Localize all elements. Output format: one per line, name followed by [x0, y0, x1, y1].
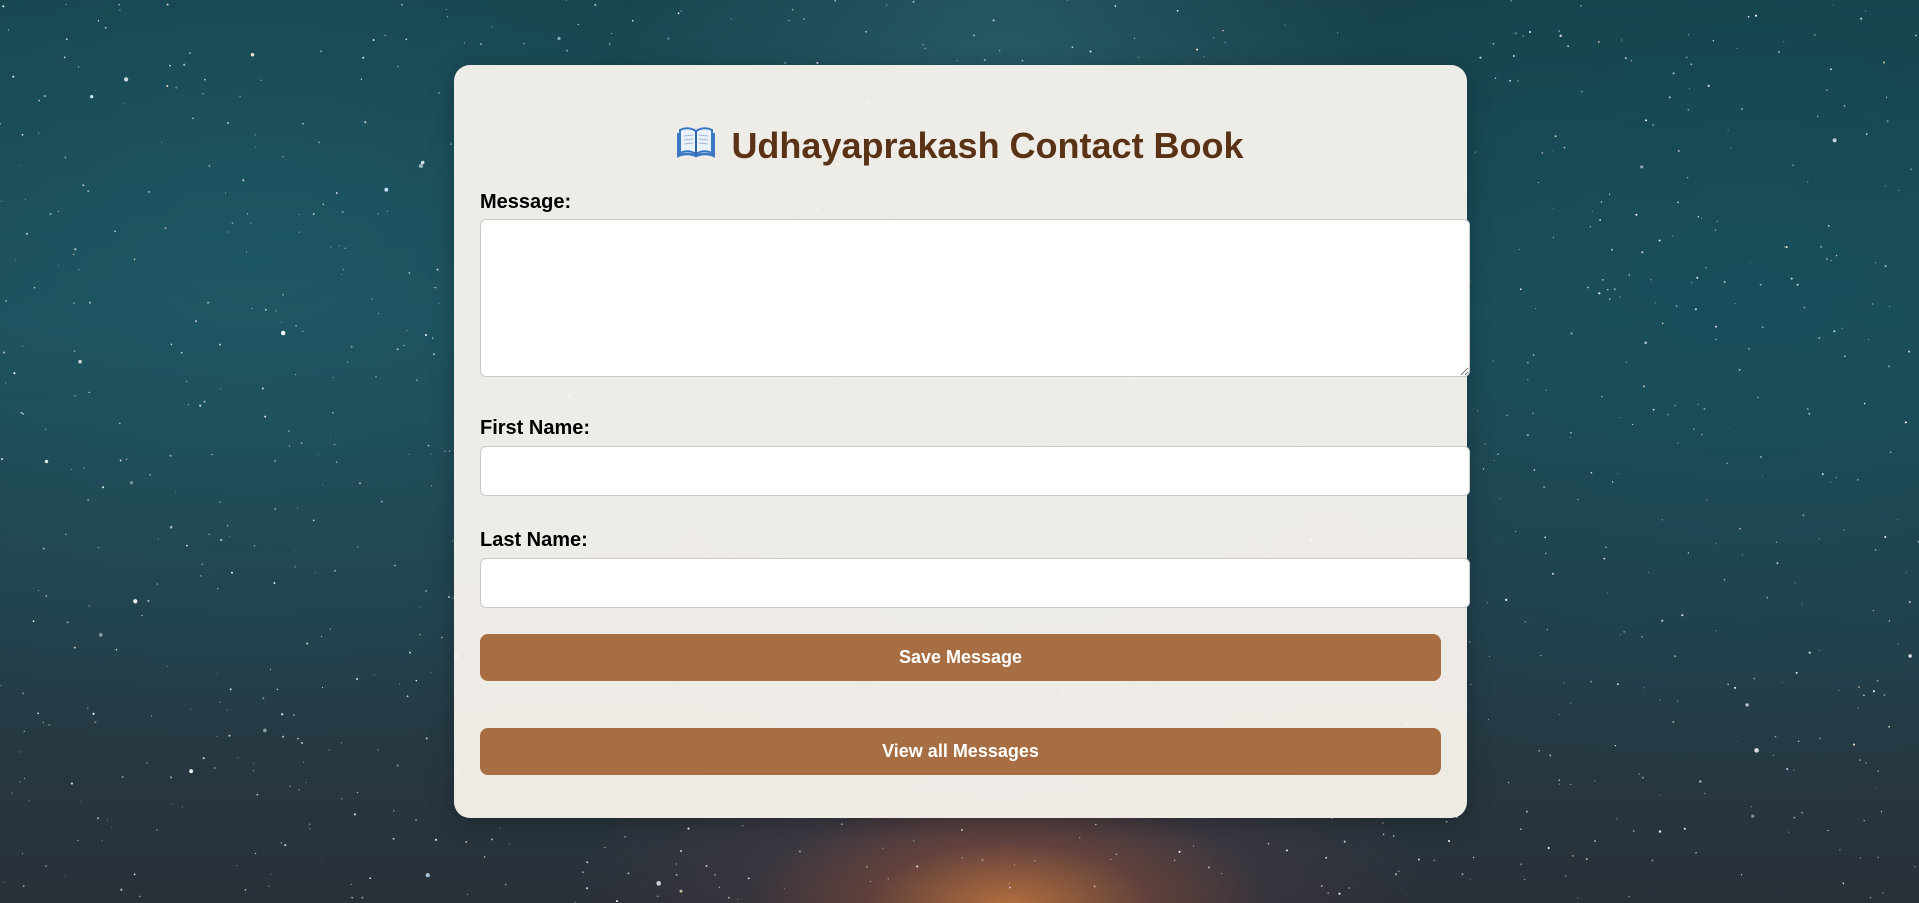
page-title-text: Udhayaprakash Contact Book	[731, 125, 1244, 166]
save-message-button[interactable]: Save Message	[480, 634, 1441, 681]
view-all-messages-button[interactable]: View all Messages	[480, 728, 1441, 775]
page-title: Udhayaprakash Contact Book	[454, 121, 1467, 173]
last-name-label: Last Name:	[480, 529, 588, 551]
contact-form-card: Udhayaprakash Contact Book Message: Firs…	[454, 65, 1470, 818]
first-name-input[interactable]	[480, 446, 1470, 496]
last-name-input[interactable]	[480, 558, 1470, 608]
open-book-icon	[677, 121, 716, 171]
message-textarea[interactable]	[480, 219, 1470, 377]
message-label: Message:	[480, 191, 572, 213]
first-name-label: First Name:	[480, 417, 591, 439]
